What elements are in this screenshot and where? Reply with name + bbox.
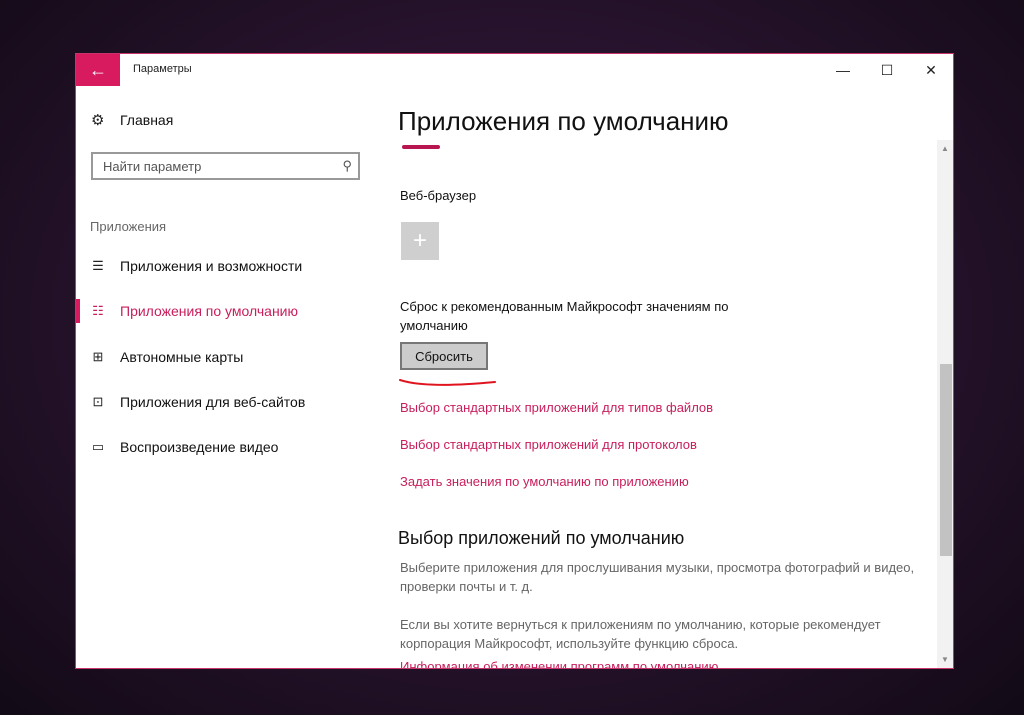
list-icon: ☰: [92, 258, 104, 273]
sidebar-item-default-apps[interactable]: ☷ Приложения по умолчанию: [76, 299, 298, 323]
close-button[interactable]: ✕: [909, 54, 953, 86]
page-title: Приложения по умолчанию: [398, 106, 729, 136]
search-input[interactable]: Найти параметр ⚲: [91, 152, 360, 180]
section-title: Выбор приложений по умолчанию: [398, 528, 685, 548]
settings-window: ← Параметры — ☐ ✕ ⚙ Главная Найти параме…: [75, 53, 954, 669]
section-description: Выберите приложения для прослушивания му…: [400, 560, 915, 594]
choose-browser-button[interactable]: +: [401, 222, 439, 260]
link-change-defaults-info[interactable]: Информация об изменении программ по умол…: [400, 659, 718, 668]
plus-icon: +: [412, 227, 427, 254]
sidebar-item-label: Автономные карты: [120, 349, 244, 365]
scrollbar[interactable]: ▲ ▼: [937, 140, 953, 668]
maximize-button[interactable]: ☐: [865, 54, 909, 86]
website-icon: ⊡: [92, 394, 104, 409]
section-note: Если вы хотите вернуться к приложениям п…: [400, 617, 881, 651]
maximize-icon: ☐: [880, 61, 894, 78]
sidebar-item-label: Воспроизведение видео: [120, 439, 279, 455]
sidebar-item-apps-websites[interactable]: ⊡ Приложения для веб-сайтов: [76, 390, 306, 414]
search-placeholder: Найти параметр: [103, 158, 202, 174]
back-button[interactable]: ←: [76, 54, 120, 86]
search-icon: ⚲: [342, 158, 352, 173]
link-file-types[interactable]: Выбор стандартных приложений для типов ф…: [400, 400, 713, 415]
scroll-indicator-mark: [402, 145, 440, 149]
scroll-down-icon[interactable]: ▼: [937, 655, 953, 664]
sidebar: ⚙ Главная Найти параметр ⚲ Приложения ☰ …: [76, 86, 376, 668]
reset-button[interactable]: Сбросить: [400, 342, 488, 370]
sidebar-item-label: Приложения для веб-сайтов: [120, 394, 306, 410]
sidebar-item-label: Приложения и возможности: [120, 258, 303, 274]
window-title: Параметры: [133, 63, 192, 75]
web-browser-label: Веб-браузер: [400, 188, 477, 203]
home-nav-item[interactable]: ⚙ Главная: [91, 111, 173, 129]
gear-icon: ⚙: [91, 112, 105, 129]
sidebar-item-apps-features[interactable]: ☰ Приложения и возможности: [76, 254, 302, 278]
default-apps-icon: ☷: [92, 303, 104, 318]
active-indicator: [76, 299, 80, 323]
sidebar-item-video-playback[interactable]: ▭ Воспроизведение видео: [76, 435, 279, 459]
link-by-app[interactable]: Задать значения по умолчанию по приложен…: [400, 474, 689, 489]
red-underline-annotation: [399, 379, 496, 386]
back-arrow-icon: ←: [89, 59, 107, 80]
scroll-up-icon[interactable]: ▲: [937, 144, 953, 153]
main-content: Приложения по умолчанию Веб-браузер + Сб…: [376, 86, 937, 668]
close-icon: ✕: [925, 61, 937, 78]
map-icon: ⊞: [92, 349, 104, 364]
link-protocols[interactable]: Выбор стандартных приложений для протоко…: [400, 437, 697, 452]
scrollbar-thumb[interactable]: [940, 364, 952, 556]
sidebar-item-offline-maps[interactable]: ⊞ Автономные карты: [76, 345, 244, 369]
video-icon: ▭: [91, 439, 105, 454]
home-label: Главная: [120, 112, 174, 128]
minimize-icon: —: [836, 62, 850, 78]
reset-description: Сброс к рекомендованным Майкрософт значе…: [400, 299, 729, 333]
sidebar-item-label: Приложения по умолчанию: [120, 303, 298, 319]
section-heading: Приложения: [90, 219, 167, 234]
title-bar: ← Параметры — ☐ ✕: [76, 54, 953, 86]
minimize-button[interactable]: —: [821, 54, 865, 86]
